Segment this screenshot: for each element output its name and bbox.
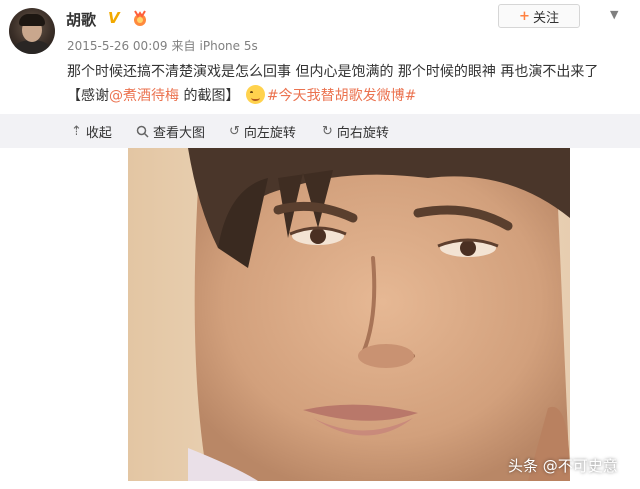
mention-link[interactable]: @煮酒待梅	[109, 88, 179, 104]
search-icon	[136, 125, 149, 138]
collapse-button[interactable]: ⇡ 收起	[71, 122, 112, 141]
view-large-label: 查看大图	[153, 126, 206, 141]
rotate-right-button[interactable]: ↻ 向右旋转	[322, 122, 389, 141]
rotate-right-label: 向右旋转	[336, 126, 389, 141]
source-prefix: 来自	[171, 39, 196, 53]
post-image[interactable]	[128, 148, 570, 481]
smile-emoji-icon	[245, 85, 265, 104]
watermark-text: 头条 @不可史意	[508, 457, 618, 475]
chevron-down-icon[interactable]: ▼	[610, 8, 618, 21]
rotate-left-button[interactable]: ↺ 向左旋转	[229, 122, 296, 141]
plus-icon: +	[519, 8, 530, 24]
follow-button[interactable]: + 关注	[498, 4, 580, 28]
follow-label: 关注	[532, 10, 559, 26]
view-large-button[interactable]: 查看大图	[136, 122, 205, 141]
rotate-left-icon: ↺	[229, 124, 240, 139]
avatar-hair	[19, 14, 45, 26]
post-meta: 2015-5-26 00:09 来自 iPhone 5s	[67, 37, 262, 54]
rotate-right-icon: ↻	[322, 124, 333, 139]
thanks-open: 【感谢	[67, 88, 109, 104]
image-toolbar: ⇡ 收起 查看大图 ↺ 向左旋转 ↻ 向右旋转	[0, 114, 640, 148]
rotate-left-label: 向左旋转	[243, 126, 296, 141]
portrait-photo	[128, 148, 570, 481]
avatar-suit	[13, 40, 51, 54]
collapse-up-icon: ⇡	[71, 124, 82, 139]
post-content: 那个时候还搞不清楚演戏是怎么回事 但内心是饱满的 那个时候的眼神 再也演不出来了…	[67, 60, 627, 108]
post-source[interactable]: iPhone 5s	[200, 39, 258, 53]
hashtag-link[interactable]: #今天我替胡歌发微博#	[267, 88, 416, 104]
verified-badge-icon: V	[108, 9, 120, 27]
medal-icon[interactable]	[130, 9, 150, 27]
post-timestamp[interactable]: 2015-5-26 00:09	[67, 39, 168, 53]
author-avatar[interactable]	[9, 8, 55, 54]
thanks-close: 的截图】	[179, 88, 240, 104]
collapse-label: 收起	[85, 126, 112, 141]
author-name[interactable]: 胡歌	[66, 9, 96, 30]
post-text: 那个时候还搞不清楚演戏是怎么回事 但内心是饱满的 那个时候的眼神 再也演不出来了	[67, 64, 599, 80]
